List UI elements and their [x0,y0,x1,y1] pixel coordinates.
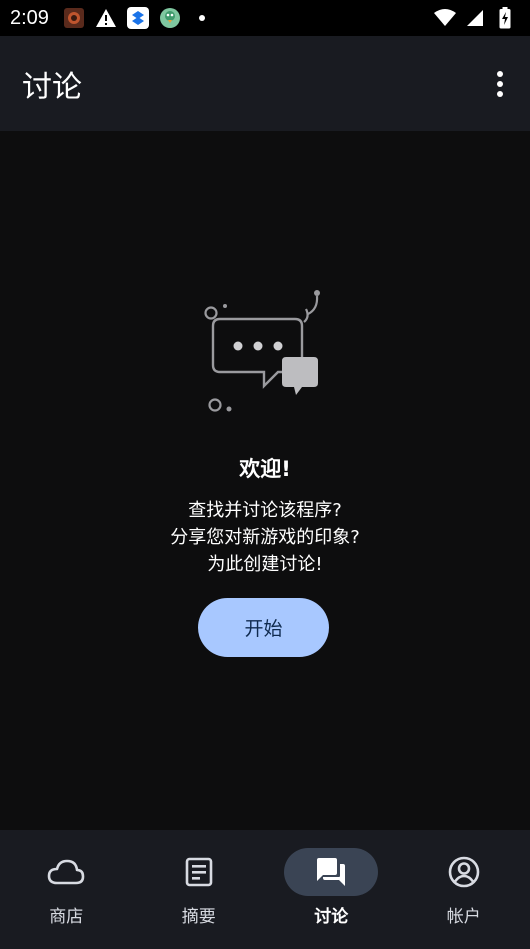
nav-label: 摘要 [181,907,216,927]
nav-label: 商店 [49,907,84,927]
more-vert-icon [497,70,503,97]
nav-icon-container [19,848,113,896]
welcome-title: 欢迎! [239,457,291,481]
discussion-empty-state: 欢迎! 查找并讨论该程序? 分享您对新游戏的印象? 为此创建讨论! 开始 [0,131,530,830]
bottom-navigation: 商店 摘要 讨论 帐户 [0,830,530,949]
nav-label: 讨论 [314,907,349,927]
cloud-icon [47,859,85,885]
nav-icon-container [417,848,511,896]
nav-item-digest[interactable]: 摘要 [133,830,266,949]
dropbox-icon [126,7,149,29]
welcome-line: 为此创建讨论! [207,554,323,575]
status-bar: 2:09 [0,0,530,36]
feed-icon [185,857,213,887]
system-icons [434,7,516,29]
notification-icons [63,7,213,29]
nav-icon-container [284,848,379,896]
account-circle-icon [448,856,480,888]
more-notifications-dot [191,7,213,29]
nav-item-store[interactable]: 商店 [0,830,133,949]
nav-item-discussion[interactable]: 讨论 [265,830,398,949]
app-bar: 讨论 [0,36,530,131]
app-notification-icon [63,7,85,29]
status-time: 2:09 [10,6,49,29]
welcome-message: 查找并讨论该程序? 分享您对新游戏的印象? 为此创建讨论! [0,497,530,578]
nav-icon-container [152,848,246,896]
welcome-line: 分享您对新游戏的印象? [170,527,360,548]
battery-charging-icon [494,7,516,29]
nav-label: 帐户 [446,907,481,927]
wifi-icon [434,7,456,29]
welcome-line: 查找并讨论该程序? [188,500,342,521]
signal-icon [464,7,486,29]
chat-bubbles-icon [204,290,320,412]
start-button[interactable]: 开始 [198,598,329,657]
nav-item-account[interactable]: 帐户 [398,830,530,949]
warning-icon [95,7,117,29]
more-options-button[interactable] [480,60,520,108]
bird-app-icon [159,7,181,29]
page-title: 讨论 [22,69,82,105]
forum-icon [317,858,346,886]
